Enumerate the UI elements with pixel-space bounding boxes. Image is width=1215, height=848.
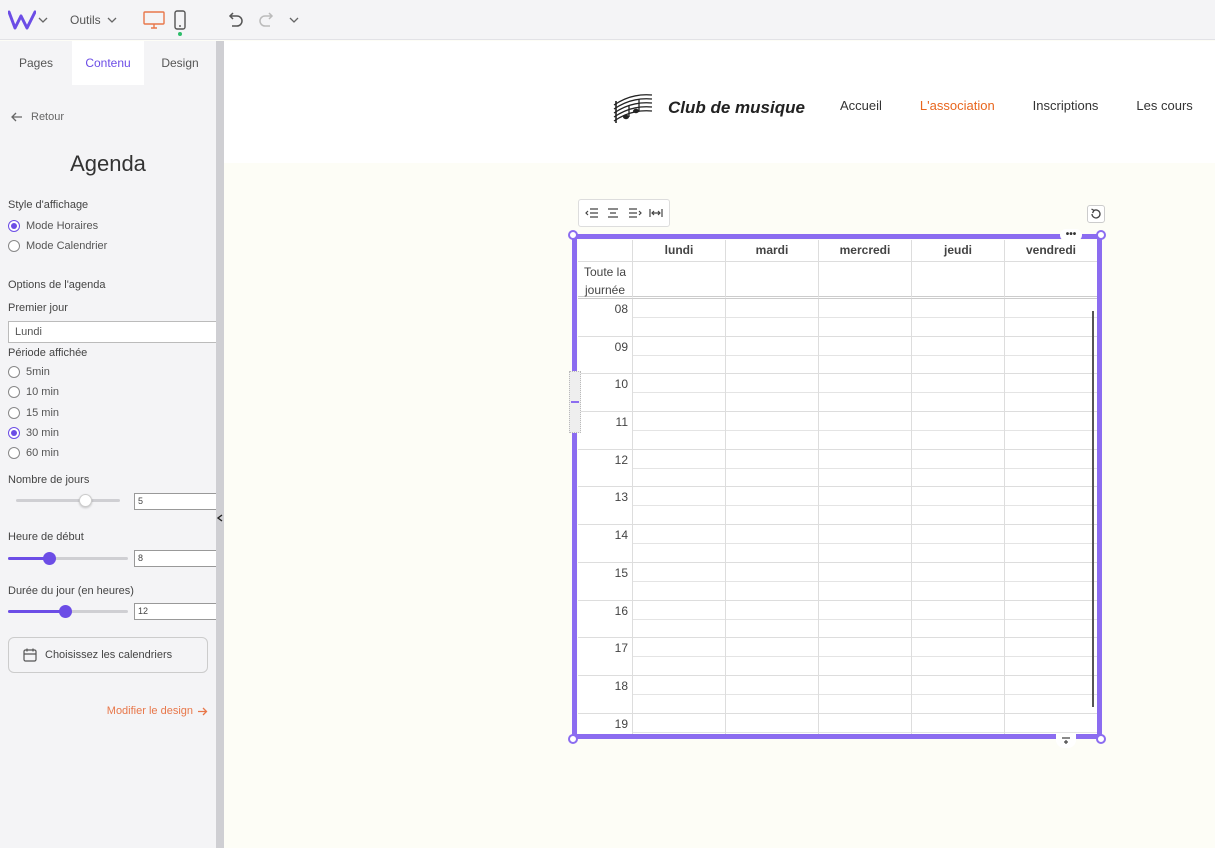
radio-label: 10 min xyxy=(26,386,60,398)
day-duration-slider[interactable] xyxy=(8,605,128,618)
slider-fill xyxy=(8,610,65,613)
period-label: Période affichée xyxy=(8,347,88,359)
days-count-slider[interactable] xyxy=(16,494,120,507)
choose-calendars-label: Choisissez les calendriers xyxy=(45,649,173,661)
choose-calendars-button[interactable]: Choisissez les calendriers xyxy=(8,637,208,673)
w-logo-icon[interactable] xyxy=(8,9,36,31)
radio-unselected-icon xyxy=(8,407,20,419)
radio-unselected-icon xyxy=(8,447,20,459)
display-style-label: Style d'affichage xyxy=(8,199,89,211)
radio-unselected-icon xyxy=(8,240,20,252)
radio-label: Mode Calendrier xyxy=(26,240,108,252)
mobile-view-icon[interactable] xyxy=(173,9,187,36)
radio-unselected-icon xyxy=(8,366,20,378)
slider-knob[interactable] xyxy=(59,605,72,618)
site-nav: Accueil L'association Inscriptions Les c… xyxy=(840,98,1193,113)
resize-handle-bottom-right[interactable] xyxy=(1096,734,1106,744)
modify-design-label: Modifier le design xyxy=(106,705,193,717)
back-link[interactable]: Retour xyxy=(11,111,64,123)
site-header: Club de musique Accueil L'association In… xyxy=(224,41,1215,163)
radio-unselected-icon xyxy=(8,386,20,398)
history-chevron-down-icon[interactable] xyxy=(287,13,301,27)
panel-tabs: Pages Contenu Design xyxy=(0,41,216,85)
radio-label: Mode Horaires xyxy=(26,220,99,232)
selection-frame xyxy=(572,234,1102,739)
days-count-label: Nombre de jours xyxy=(8,474,90,486)
slider-knob[interactable] xyxy=(79,494,92,507)
nav-item-accueil[interactable]: Accueil xyxy=(840,98,882,113)
days-count-input[interactable]: 5 xyxy=(134,493,220,510)
radio-10min[interactable]: 10 min xyxy=(8,386,59,398)
radio-label: 60 min xyxy=(26,447,60,459)
tab-contenu[interactable]: Contenu xyxy=(72,41,144,85)
calendar-icon xyxy=(23,648,37,662)
tools-menu-label: Outils xyxy=(70,12,101,27)
panel-divider[interactable] xyxy=(216,41,224,848)
resize-handle-bottom-left[interactable] xyxy=(568,734,578,744)
logo-menu-chevron-icon[interactable] xyxy=(36,13,50,27)
slider-knob[interactable] xyxy=(43,552,56,565)
arrow-left-icon xyxy=(11,112,22,122)
insert-below-icon[interactable] xyxy=(1056,734,1076,748)
back-label: Retour xyxy=(31,111,65,123)
resize-handle-top-left[interactable] xyxy=(568,230,578,240)
resize-handle-top-right[interactable] xyxy=(1096,230,1106,240)
site-brand[interactable]: Club de musique xyxy=(612,91,805,125)
more-options-icon[interactable]: ••• xyxy=(1060,229,1082,241)
drag-grip-handle[interactable] xyxy=(569,371,581,433)
tab-design[interactable]: Design xyxy=(144,41,216,85)
first-day-label: Premier jour xyxy=(8,302,68,314)
nav-item-association[interactable]: L'association xyxy=(920,98,995,113)
full-width-icon[interactable] xyxy=(648,205,664,221)
start-hour-label: Heure de début xyxy=(8,531,84,543)
reset-rotation-icon[interactable] xyxy=(1087,205,1105,223)
day-duration-input[interactable]: 12 xyxy=(134,603,220,620)
radio-label: 5min xyxy=(26,366,50,378)
music-staff-logo-icon xyxy=(613,94,653,123)
nav-item-inscriptions[interactable]: Inscriptions xyxy=(1033,98,1099,113)
brand-name: Club de musique xyxy=(668,98,805,117)
site-canvas: Club de musique Accueil L'association In… xyxy=(224,41,1215,848)
radio-label: 15 min xyxy=(26,407,60,419)
start-hour-input[interactable]: 8 xyxy=(134,550,220,567)
align-right-icon[interactable] xyxy=(627,205,643,221)
align-left-icon[interactable] xyxy=(584,205,600,221)
chevron-down-icon xyxy=(107,17,117,23)
first-day-select[interactable]: Lundi xyxy=(8,321,220,343)
agenda-scrollbar[interactable] xyxy=(1092,311,1094,707)
top-bar: Outils xyxy=(0,0,1215,40)
radio-15min[interactable]: 15 min xyxy=(8,407,59,419)
radio-selected-icon xyxy=(8,220,20,232)
arrow-right-icon xyxy=(198,707,208,715)
desktop-view-icon[interactable] xyxy=(142,9,165,31)
radio-60min[interactable]: 60 min xyxy=(8,447,59,459)
tab-pages[interactable]: Pages xyxy=(0,41,72,85)
modify-design-link[interactable]: Modifier le design xyxy=(107,705,208,717)
start-hour-slider[interactable] xyxy=(8,552,128,565)
radio-mode-horaires[interactable]: Mode Horaires xyxy=(8,220,98,232)
day-duration-label: Durée du jour (en heures) xyxy=(8,585,134,597)
alignment-toolbar xyxy=(578,199,670,227)
redo-icon[interactable] xyxy=(257,10,277,30)
align-center-icon[interactable] xyxy=(605,205,621,221)
agenda-options-label: Options de l'agenda xyxy=(8,279,106,291)
nav-item-les-cours[interactable]: Les cours xyxy=(1136,98,1192,113)
active-indicator-dot xyxy=(177,31,182,36)
settings-panel: Pages Contenu Design Retour Agenda Style… xyxy=(0,41,220,848)
radio-selected-icon xyxy=(8,427,20,439)
radio-30min[interactable]: 30 min xyxy=(8,427,59,439)
panel-title: Agenda xyxy=(70,151,146,176)
radio-label: 30 min xyxy=(26,427,60,439)
radio-5min[interactable]: 5min xyxy=(8,366,50,378)
tools-menu[interactable]: Outils xyxy=(70,13,117,27)
collapse-panel-icon[interactable] xyxy=(216,510,224,526)
undo-icon[interactable] xyxy=(225,10,245,30)
radio-mode-calendrier[interactable]: Mode Calendrier xyxy=(8,240,107,252)
